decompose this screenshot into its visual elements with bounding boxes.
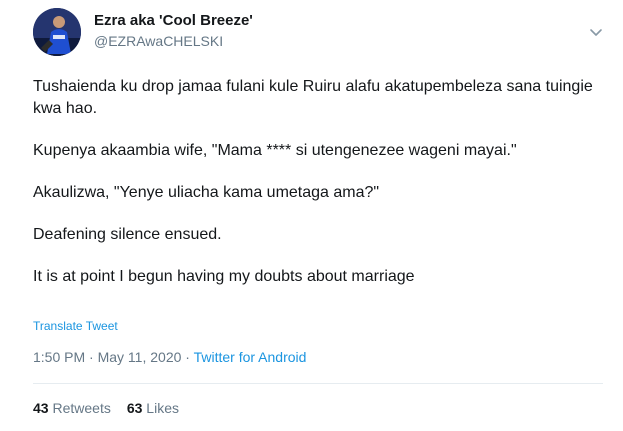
retweets-stat[interactable]: 43 Retweets	[33, 400, 111, 416]
retweets-label: Retweets	[52, 400, 111, 416]
retweets-count: 43	[33, 400, 49, 416]
likes-count: 63	[126, 400, 143, 416]
tweet-paragraph: Deafening silence ensued.	[33, 226, 222, 243]
tweet-paragraph: It is at point I begun having my doubts …	[33, 268, 415, 285]
chevron-down-icon[interactable]	[586, 22, 606, 42]
likes-label: Likes	[146, 400, 179, 416]
profile-photo-icon	[33, 8, 81, 56]
tweet-date[interactable]: May 11, 2020	[98, 349, 182, 365]
divider	[33, 383, 603, 384]
likes-stat[interactable]: 63 Likes	[127, 400, 179, 416]
tweet-source-link[interactable]: Twitter for Android	[194, 349, 307, 365]
tweet-paragraph: Akaulizwa, "Yenye uliacha kama umetaga a…	[33, 184, 380, 201]
translate-tweet-link[interactable]: Translate Tweet	[33, 319, 118, 333]
meta-separator: ·	[89, 349, 94, 365]
tweet-metadata: 1:50 PM · May 11, 2020 · Twitter for And…	[33, 349, 306, 365]
user-handle[interactable]: @EZRAwaCHELSKI	[94, 33, 223, 49]
avatar[interactable]	[33, 8, 81, 56]
engagement-stats: 43 Retweets 63 Likes	[33, 400, 179, 416]
meta-separator: ·	[185, 349, 190, 365]
tweet-time[interactable]: 1:50 PM	[33, 349, 85, 365]
tweet-card: Ezra aka 'Cool Breeze' @EZRAwaCHELSKI Tu…	[0, 0, 623, 431]
display-name[interactable]: Ezra aka 'Cool Breeze'	[94, 12, 253, 29]
tweet-paragraph: Kupenya akaambia wife, "Mama **** si ute…	[33, 142, 517, 159]
tweet-text: Tushaienda ku drop jamaa fulani kule Rui…	[33, 76, 603, 288]
tweet-paragraph: Tushaienda ku drop jamaa fulani kule Rui…	[33, 78, 598, 117]
